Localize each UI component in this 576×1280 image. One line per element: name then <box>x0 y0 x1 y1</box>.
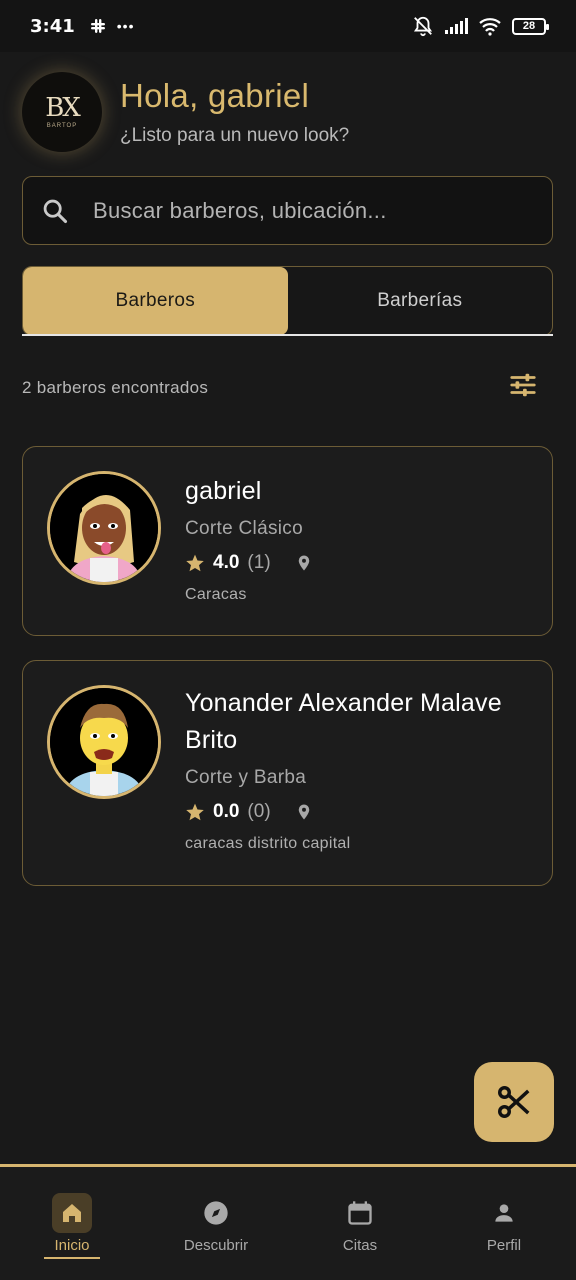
filter-button[interactable] <box>508 370 538 405</box>
search-icon <box>43 199 68 223</box>
barber-rating: 4.0 (1) <box>185 552 532 574</box>
review-count: (0) <box>247 801 271 822</box>
avatar-illustration <box>50 474 158 582</box>
tune-icon <box>510 373 536 397</box>
battery-level: 28 <box>522 20 536 32</box>
header: BX BARTOP Hola, gabriel ¿Listo para un n… <box>22 72 554 152</box>
bottom-navigation: Inicio Descubrir Citas Perfil <box>0 1164 576 1280</box>
barber-specialty: Corte Clásico <box>185 518 303 539</box>
greeting-subtitle: ¿Listo para un nuevo look? <box>120 125 350 146</box>
star-icon <box>186 554 204 572</box>
barber-card[interactable]: Yonander Alexander Malave Brito Corte y … <box>22 660 553 886</box>
signal-icon <box>445 18 468 34</box>
avatar-illustration <box>50 688 158 796</box>
search-input[interactable]: Buscar barberos, ubicación... <box>22 176 553 245</box>
barber-location: caracas distrito capital <box>185 835 351 852</box>
compass-icon <box>196 1193 236 1233</box>
review-count: (1) <box>247 552 271 573</box>
barber-name: gabriel <box>185 477 262 505</box>
nav-label: Inicio <box>44 1237 100 1259</box>
greeting-title: Hola, gabriel <box>120 77 310 114</box>
nav-citas[interactable]: Citas <box>288 1167 432 1280</box>
status-bar: 3:41 ••• 28 <box>0 0 576 52</box>
location-pin-icon <box>298 804 309 820</box>
location-pin-icon <box>298 555 309 571</box>
home-icon <box>52 1193 92 1233</box>
logo-subtext: BARTOP <box>46 123 78 129</box>
nav-label: Citas <box>342 1237 378 1254</box>
barber-specialty: Corte y Barba <box>185 767 307 788</box>
avatar <box>47 685 161 799</box>
results-count: 2 barberos encontrados <box>22 377 209 397</box>
tab-bar: Barberos Barberías <box>22 266 553 336</box>
brand-logo: BX BARTOP <box>22 72 102 152</box>
nav-label: Descubrir <box>183 1237 249 1254</box>
logo-mark: BX <box>45 93 81 123</box>
book-appointment-fab[interactable] <box>474 1062 554 1142</box>
more-notifications-icon: ••• <box>116 18 135 34</box>
battery-icon: 28 <box>512 17 549 35</box>
results-row: 2 barberos encontrados <box>22 370 554 405</box>
tab-barberias[interactable]: Barberías <box>288 267 553 335</box>
rating-value: 4.0 <box>213 552 240 573</box>
star-icon <box>186 803 204 821</box>
tab-barberos[interactable]: Barberos <box>23 267 288 335</box>
avatar <box>47 471 161 585</box>
search-placeholder: Buscar barberos, ubicación... <box>93 197 387 223</box>
calendar-icon <box>340 1193 380 1233</box>
wifi-icon <box>479 18 501 36</box>
bell-off-icon <box>413 16 433 37</box>
person-icon <box>484 1193 524 1233</box>
barber-card[interactable]: gabriel Corte Clásico 4.0 (1) Caracas <box>22 446 553 636</box>
nav-descubrir[interactable]: Descubrir <box>144 1167 288 1280</box>
barber-location: Caracas <box>185 586 247 603</box>
tab-underline <box>22 334 553 336</box>
nav-perfil[interactable]: Perfil <box>432 1167 576 1280</box>
slack-icon <box>90 19 105 33</box>
nav-label: Perfil <box>486 1237 522 1254</box>
scissors-icon <box>498 1086 530 1118</box>
rating-value: 0.0 <box>213 801 240 822</box>
barber-name: Yonander Alexander Malave Brito <box>185 689 502 754</box>
status-time: 3:41 <box>30 15 75 37</box>
nav-inicio[interactable]: Inicio <box>0 1167 144 1280</box>
barber-rating: 0.0 (0) <box>185 801 532 823</box>
